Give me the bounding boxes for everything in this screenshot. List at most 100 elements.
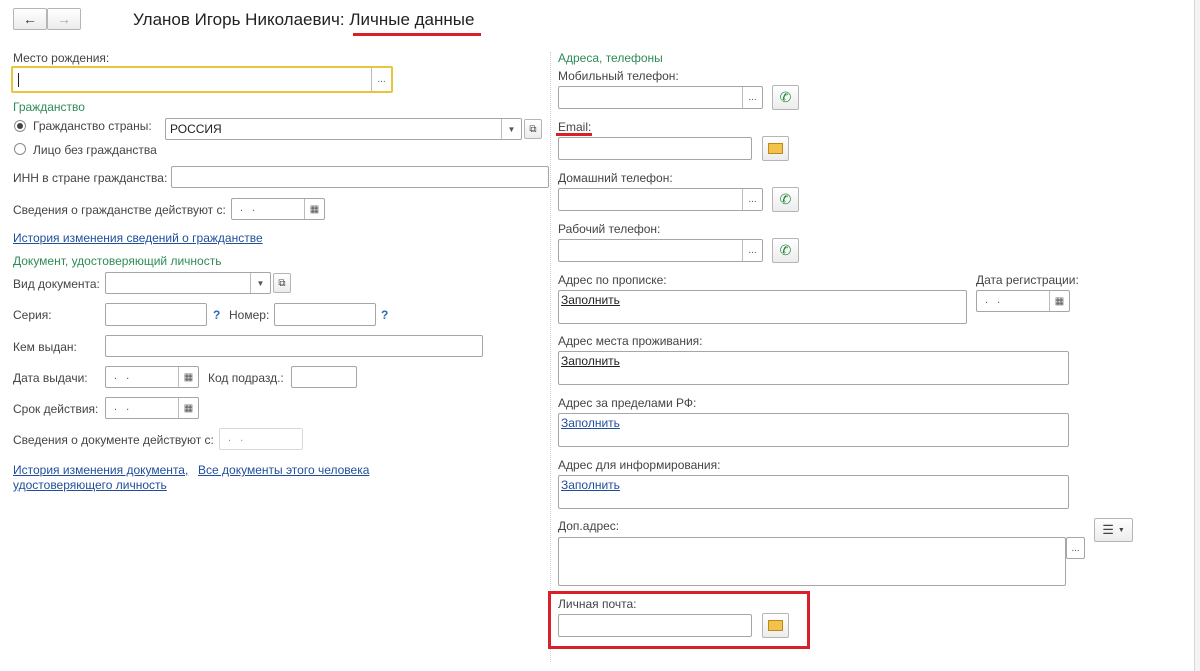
envelope-icon xyxy=(768,143,783,154)
open-window-icon: ⧉ xyxy=(278,277,286,289)
personal-mail-label: Личная почта: xyxy=(558,597,637,611)
forward-button[interactable]: → xyxy=(47,8,81,30)
issued-by-field[interactable] xyxy=(105,335,483,357)
reg-address-label: Адрес по прописке: xyxy=(558,273,667,287)
residence-fill-link[interactable]: Заполнить xyxy=(561,354,620,368)
doc-valid-label: Сведения о документе действуют с: xyxy=(13,433,214,447)
reg-address-fill-link[interactable]: Заполнить xyxy=(561,293,620,307)
reg-address-field[interactable]: Заполнить xyxy=(558,290,967,324)
personal-mail-field[interactable] xyxy=(558,614,752,637)
date-placeholder: . . xyxy=(985,294,1004,306)
residence-address-field[interactable]: Заполнить xyxy=(558,351,1069,385)
title-underline-annotation xyxy=(353,33,481,36)
calendar-button[interactable]: ▦ xyxy=(1049,291,1069,311)
envelope-icon xyxy=(768,620,783,631)
title-person: Уланов Игорь Николаевич: xyxy=(133,10,345,29)
series-field[interactable] xyxy=(105,303,207,326)
radio-country-citizenship[interactable] xyxy=(14,120,26,132)
series-help-icon[interactable]: ? xyxy=(213,308,220,322)
home-phone-select-button[interactable]: ... xyxy=(742,189,762,210)
hamburger-menu-icon: ☰ xyxy=(1102,522,1114,537)
series-label: Серия: xyxy=(13,308,52,322)
all-documents-link[interactable]: Все документы этого человека xyxy=(198,463,369,477)
date-placeholder: . . xyxy=(114,401,133,413)
calendar-button[interactable]: ▦ xyxy=(178,398,198,418)
email-field[interactable] xyxy=(558,137,752,160)
info-address-field[interactable]: Заполнить xyxy=(558,475,1069,509)
mobile-phone-field[interactable]: ... xyxy=(558,86,763,109)
contacts-group-title: Адреса, телефоны xyxy=(558,51,663,65)
calendar-button[interactable]: ▦ xyxy=(178,367,198,387)
calendar-icon: ▦ xyxy=(183,371,194,383)
work-call-button[interactable]: ✆ xyxy=(772,238,799,263)
validity-date-field[interactable]: . . ▦ xyxy=(105,397,199,419)
birthplace-field[interactable]: ... xyxy=(11,66,393,93)
text-cursor xyxy=(18,73,19,87)
work-phone-label: Рабочий телефон: xyxy=(558,222,661,236)
email-send-button[interactable] xyxy=(762,136,789,161)
inn-field[interactable] xyxy=(171,166,549,188)
radio-stateless-label: Лицо без гражданства xyxy=(33,143,157,157)
extra-address-select-button[interactable]: ... xyxy=(1066,537,1085,559)
issue-date-field[interactable]: . . ▦ xyxy=(105,366,199,388)
work-phone-select-button[interactable]: ... xyxy=(742,240,762,261)
doc-type-dropdown-button[interactable]: ▼ xyxy=(250,273,270,293)
issue-date-label: Дата выдачи: xyxy=(13,371,88,385)
birthplace-select-button[interactable]: ... xyxy=(371,68,391,91)
chevron-down-icon: ▼ xyxy=(1117,526,1125,534)
phone-icon: ✆ xyxy=(779,191,792,207)
doc-valid-date-field: . . xyxy=(219,428,303,450)
birthplace-label: Место рождения: xyxy=(13,51,110,65)
info-address-fill-link[interactable]: Заполнить xyxy=(561,478,620,492)
abroad-address-field[interactable]: Заполнить xyxy=(558,413,1069,447)
abroad-fill-link[interactable]: Заполнить xyxy=(561,416,620,430)
mobile-call-button[interactable]: ✆ xyxy=(772,85,799,110)
reg-date-field[interactable]: . . ▦ xyxy=(976,290,1070,312)
calendar-icon: ▦ xyxy=(309,203,320,215)
date-placeholder: . . xyxy=(228,432,247,444)
mobile-phone-label: Мобильный телефон: xyxy=(558,69,679,83)
date-placeholder: . . xyxy=(114,370,133,382)
work-phone-field[interactable]: ... xyxy=(558,239,763,262)
address-menu-button[interactable]: ☰ ▼ xyxy=(1094,518,1133,542)
date-placeholder: . . xyxy=(240,202,259,214)
dept-code-field[interactable] xyxy=(291,366,357,388)
country-open-button[interactable]: ⧉ xyxy=(524,119,542,139)
arrow-right-icon: → xyxy=(57,11,71,27)
ellipsis-text: ... xyxy=(1071,542,1080,554)
residence-address-label: Адрес места проживания: xyxy=(558,334,703,348)
doc-type-label: Вид документа: xyxy=(13,277,100,291)
calendar-button[interactable]: ▦ xyxy=(304,199,324,219)
country-select[interactable]: РОССИЯ ▼ xyxy=(165,118,522,140)
home-phone-field[interactable]: ... xyxy=(558,188,763,211)
extra-address-field[interactable] xyxy=(558,537,1066,586)
doc-type-open-button[interactable]: ⧉ xyxy=(273,273,291,293)
country-dropdown-button[interactable]: ▼ xyxy=(501,119,521,139)
radio-stateless[interactable] xyxy=(14,143,26,155)
citizenship-valid-label: Сведения о гражданстве действуют с: xyxy=(13,203,226,217)
doc-history-link-line2[interactable]: удостоверяющего личность xyxy=(13,478,167,492)
back-button[interactable]: ← xyxy=(13,8,47,30)
title-section: Личные данные xyxy=(349,10,475,29)
doc-history-link-line1[interactable]: История изменения документа, xyxy=(13,463,188,477)
doc-type-select[interactable]: ▼ xyxy=(105,272,271,294)
email-label: Email: xyxy=(558,120,592,134)
abroad-address-label: Адрес за пределами РФ: xyxy=(558,396,697,410)
citizenship-valid-date[interactable]: . . ▦ xyxy=(231,198,325,220)
home-call-button[interactable]: ✆ xyxy=(772,187,799,212)
personal-mail-send-button[interactable] xyxy=(762,613,789,638)
page-title: Уланов Игорь Николаевич: Личные данные xyxy=(133,10,474,30)
column-divider xyxy=(550,52,551,662)
mobile-phone-select-button[interactable]: ... xyxy=(742,87,762,108)
issued-by-label: Кем выдан: xyxy=(13,340,77,354)
number-field[interactable] xyxy=(274,303,376,326)
citizenship-history-link[interactable]: История изменения сведений о гражданстве xyxy=(13,231,263,245)
citizenship-group-title: Гражданство xyxy=(13,100,85,114)
arrow-left-icon: ← xyxy=(23,11,37,27)
inn-label: ИНН в стране гражданства: xyxy=(13,171,168,185)
chevron-down-icon: ▼ xyxy=(507,124,516,134)
number-help-icon[interactable]: ? xyxy=(381,308,388,322)
phone-icon: ✆ xyxy=(779,242,792,258)
document-group-title: Документ, удостоверяющий личность xyxy=(13,254,222,268)
number-label: Номер: xyxy=(229,308,270,322)
